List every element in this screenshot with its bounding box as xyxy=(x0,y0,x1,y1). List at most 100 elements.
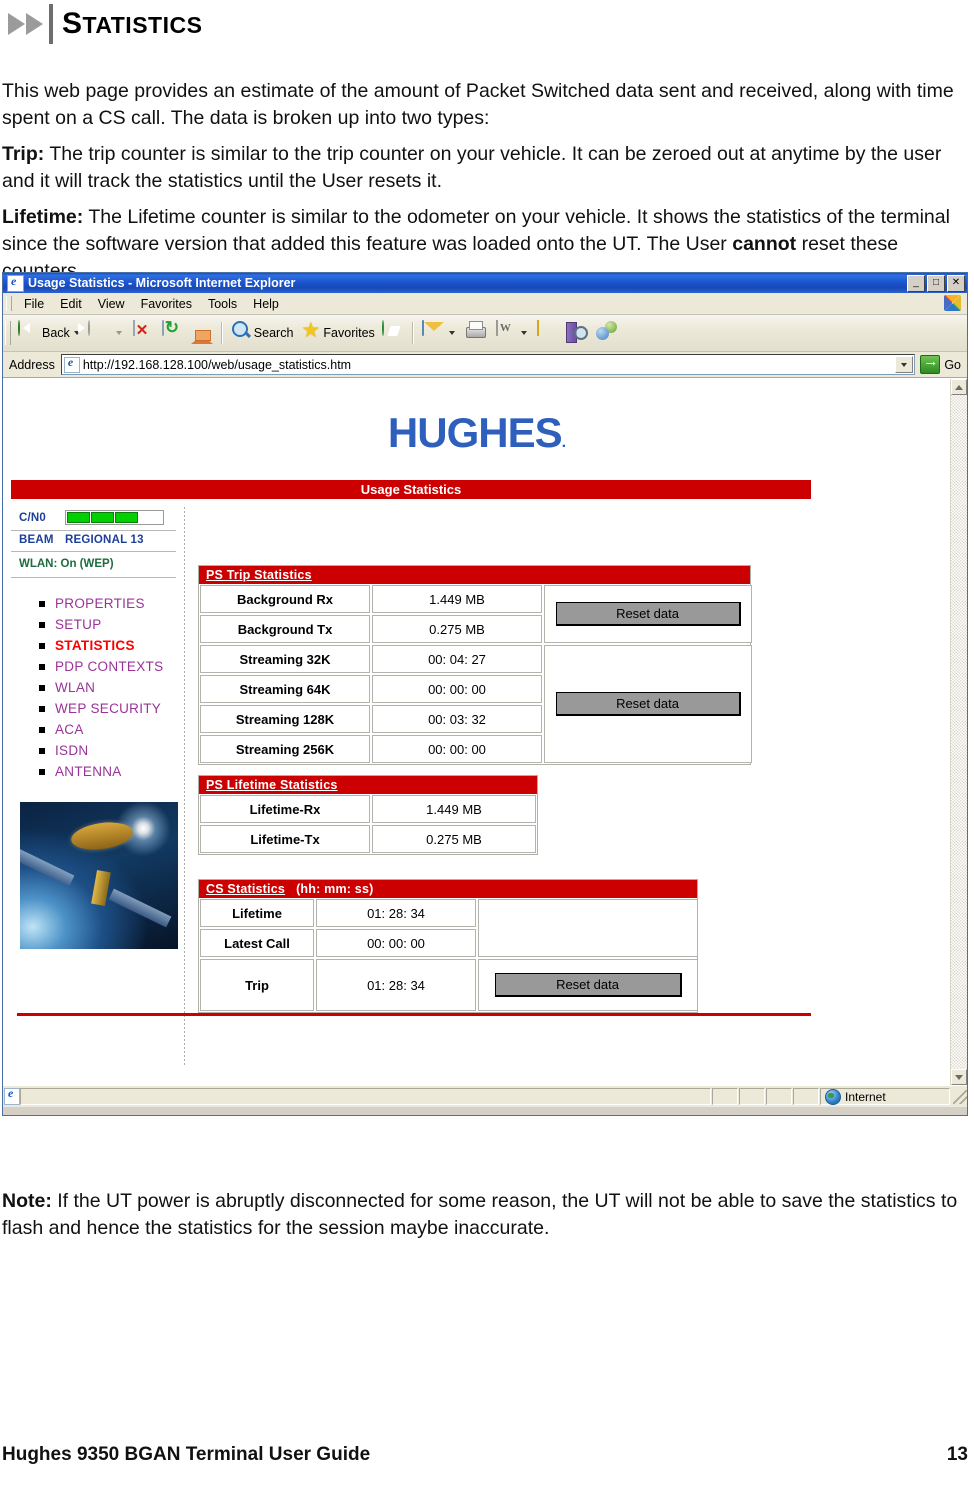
hughes-logo-text: HUGHES xyxy=(387,409,563,456)
window-title: Usage Statistics - Microsoft Internet Ex… xyxy=(28,276,296,290)
cs-blank-cell xyxy=(478,899,698,957)
stop-button[interactable] xyxy=(127,318,157,348)
table-row: Background Rx 1.449 MB xyxy=(199,584,543,614)
usage-statistics-banner: Usage Statistics xyxy=(11,480,811,499)
security-zone-pane[interactable]: Internet xyxy=(820,1088,950,1105)
forward-history-chevron-down-icon[interactable] xyxy=(115,331,122,335)
status-bar: Internet xyxy=(3,1085,967,1107)
mail-chevron-down-icon[interactable] xyxy=(448,331,455,335)
back-button[interactable]: Back xyxy=(15,318,85,348)
sidebar-item-setup[interactable]: SETUP xyxy=(39,617,176,632)
page-title-smallcaps: TATISTICS xyxy=(82,12,203,38)
vertical-scrollbar[interactable] xyxy=(950,379,967,1085)
media-button[interactable] xyxy=(378,318,408,348)
wlan-status: WLAN: On (WEP) xyxy=(11,552,176,578)
page-favicon-icon xyxy=(63,355,80,373)
notes-button[interactable] xyxy=(532,318,562,348)
row-value: 00: 04: 27 xyxy=(372,645,542,673)
table-row: Background Tx 0.275 MB xyxy=(199,614,543,644)
address-url-text: http://192.168.128.100/web/usage_statist… xyxy=(82,357,352,372)
row-label: Streaming 64K xyxy=(200,675,370,703)
row-value: 00: 00: 00 xyxy=(372,675,542,703)
security-zone-label: Internet xyxy=(845,1089,886,1104)
cs-statistics-banner: CS Statistics (hh: mm: ss) xyxy=(199,880,697,898)
scroll-down-button[interactable] xyxy=(951,1069,967,1085)
mail-button[interactable] xyxy=(418,318,460,348)
sidebar-nav: PROPERTIES SETUP STATISTICS PDP CONTEXTS… xyxy=(11,596,176,779)
sidebar-item-isdn[interactable]: ISDN xyxy=(39,743,176,758)
window-resize-grip[interactable] xyxy=(953,1089,967,1104)
footer-title: Hughes 9350 BGAN Terminal User Guide xyxy=(2,1444,371,1465)
print-button[interactable] xyxy=(460,318,490,348)
search-button[interactable]: Search xyxy=(227,318,297,348)
sidebar-item-properties[interactable]: PROPERTIES xyxy=(39,596,176,611)
toolbar-separator-2 xyxy=(411,322,414,344)
note-text: If the UT power is abruptly disconnected… xyxy=(2,1189,958,1239)
forward-button[interactable] xyxy=(77,318,127,348)
document-status-icon xyxy=(4,1086,20,1105)
minimize-button[interactable]: _ xyxy=(907,275,925,292)
edit-in-word-button[interactable] xyxy=(490,318,532,348)
notes-icon xyxy=(535,320,559,345)
sidebar-item-pdp-contexts[interactable]: PDP CONTEXTS xyxy=(39,659,176,674)
signal-bar-2 xyxy=(91,512,114,523)
close-button[interactable]: ✕ xyxy=(947,275,965,292)
menu-item-edit[interactable]: Edit xyxy=(52,295,90,313)
trip-text: The trip counter is similar to the trip … xyxy=(2,142,942,192)
go-arrow-icon xyxy=(920,353,941,374)
menu-item-tools[interactable]: Tools xyxy=(200,295,245,313)
address-dropdown-button[interactable] xyxy=(895,356,914,373)
ps-lifetime-title: PS Lifetime Statistics xyxy=(206,778,338,792)
ps-trip-rows: Background Rx 1.449 MB Background Tx 0.2… xyxy=(199,584,543,764)
menu-item-file[interactable]: File xyxy=(16,295,52,313)
home-button[interactable] xyxy=(187,318,217,348)
sidebar-item-wlan[interactable]: WLAN xyxy=(39,680,176,695)
reset-streaming-cell: Reset data xyxy=(544,645,752,763)
sidebar-item-antenna[interactable]: ANTENNA xyxy=(39,764,176,779)
menu-grip-handle[interactable] xyxy=(6,296,12,311)
sidebar-item-statistics[interactable]: STATISTICS xyxy=(39,638,176,653)
row-value: 0.275 MB xyxy=(372,615,542,643)
satellite-image xyxy=(19,801,179,950)
status-message xyxy=(20,1088,711,1105)
menu-item-favorites[interactable]: Favorites xyxy=(133,295,200,313)
messenger-button[interactable] xyxy=(592,318,622,348)
hughes-logo-mark: . xyxy=(561,434,567,451)
status-pane-3 xyxy=(766,1088,792,1105)
ps-lifetime-statistics-table: PS Lifetime Statistics Lifetime-Rx 1.449… xyxy=(198,775,538,855)
trip-paragraph: Trip: The trip counter is similar to the… xyxy=(2,141,968,195)
row-label: Background Tx xyxy=(200,615,370,643)
scrollbar-track[interactable] xyxy=(951,395,967,1069)
satellite-body xyxy=(91,870,112,907)
ps-trip-title: PS Trip Statistics xyxy=(206,568,312,582)
menu-item-view[interactable]: View xyxy=(90,295,133,313)
window-titlebar: Usage Statistics - Microsoft Internet Ex… xyxy=(3,273,967,293)
sidebar-item-wep-security[interactable]: WEP SECURITY xyxy=(39,701,176,716)
table-row: Streaming 128K 00: 03: 32 xyxy=(199,704,543,734)
sidebar-item-aca[interactable]: ACA xyxy=(39,722,176,737)
edit-chevron-down-icon[interactable] xyxy=(520,331,527,335)
table-row: Lifetime-Rx 1.449 MB xyxy=(199,794,537,824)
go-button[interactable]: Go xyxy=(915,353,967,374)
address-input[interactable]: http://192.168.128.100/web/usage_statist… xyxy=(60,354,916,375)
row-label: Lifetime-Rx xyxy=(200,795,370,823)
table-row: Streaming 64K 00: 00: 00 xyxy=(199,674,543,704)
footer-page-number: 13 xyxy=(946,1444,968,1465)
maximize-button[interactable]: □ xyxy=(927,275,945,292)
cs-reset-cell: Reset data xyxy=(478,959,698,1011)
reset-streaming-data-button[interactable]: Reset data xyxy=(555,692,741,716)
reset-background-data-button[interactable]: Reset data xyxy=(555,602,741,626)
ps-lifetime-body: Lifetime-Rx 1.449 MB Lifetime-Tx 0.275 M… xyxy=(199,794,537,854)
column-separator xyxy=(184,507,185,1067)
scroll-up-button[interactable] xyxy=(951,379,967,395)
reset-cs-data-button[interactable]: Reset data xyxy=(494,973,682,997)
lifetime-label: Lifetime: xyxy=(2,205,84,228)
toolbar-grip-handle[interactable] xyxy=(5,321,11,345)
beam-value: REGIONAL 13 xyxy=(65,534,144,546)
research-button[interactable] xyxy=(562,318,592,348)
favorites-button[interactable]: ★ Favorites xyxy=(296,318,377,348)
refresh-button[interactable] xyxy=(157,318,187,348)
favorites-button-label: Favorites xyxy=(323,326,375,340)
menu-item-help[interactable]: Help xyxy=(245,295,287,313)
trip-label: Trip: xyxy=(2,142,45,165)
